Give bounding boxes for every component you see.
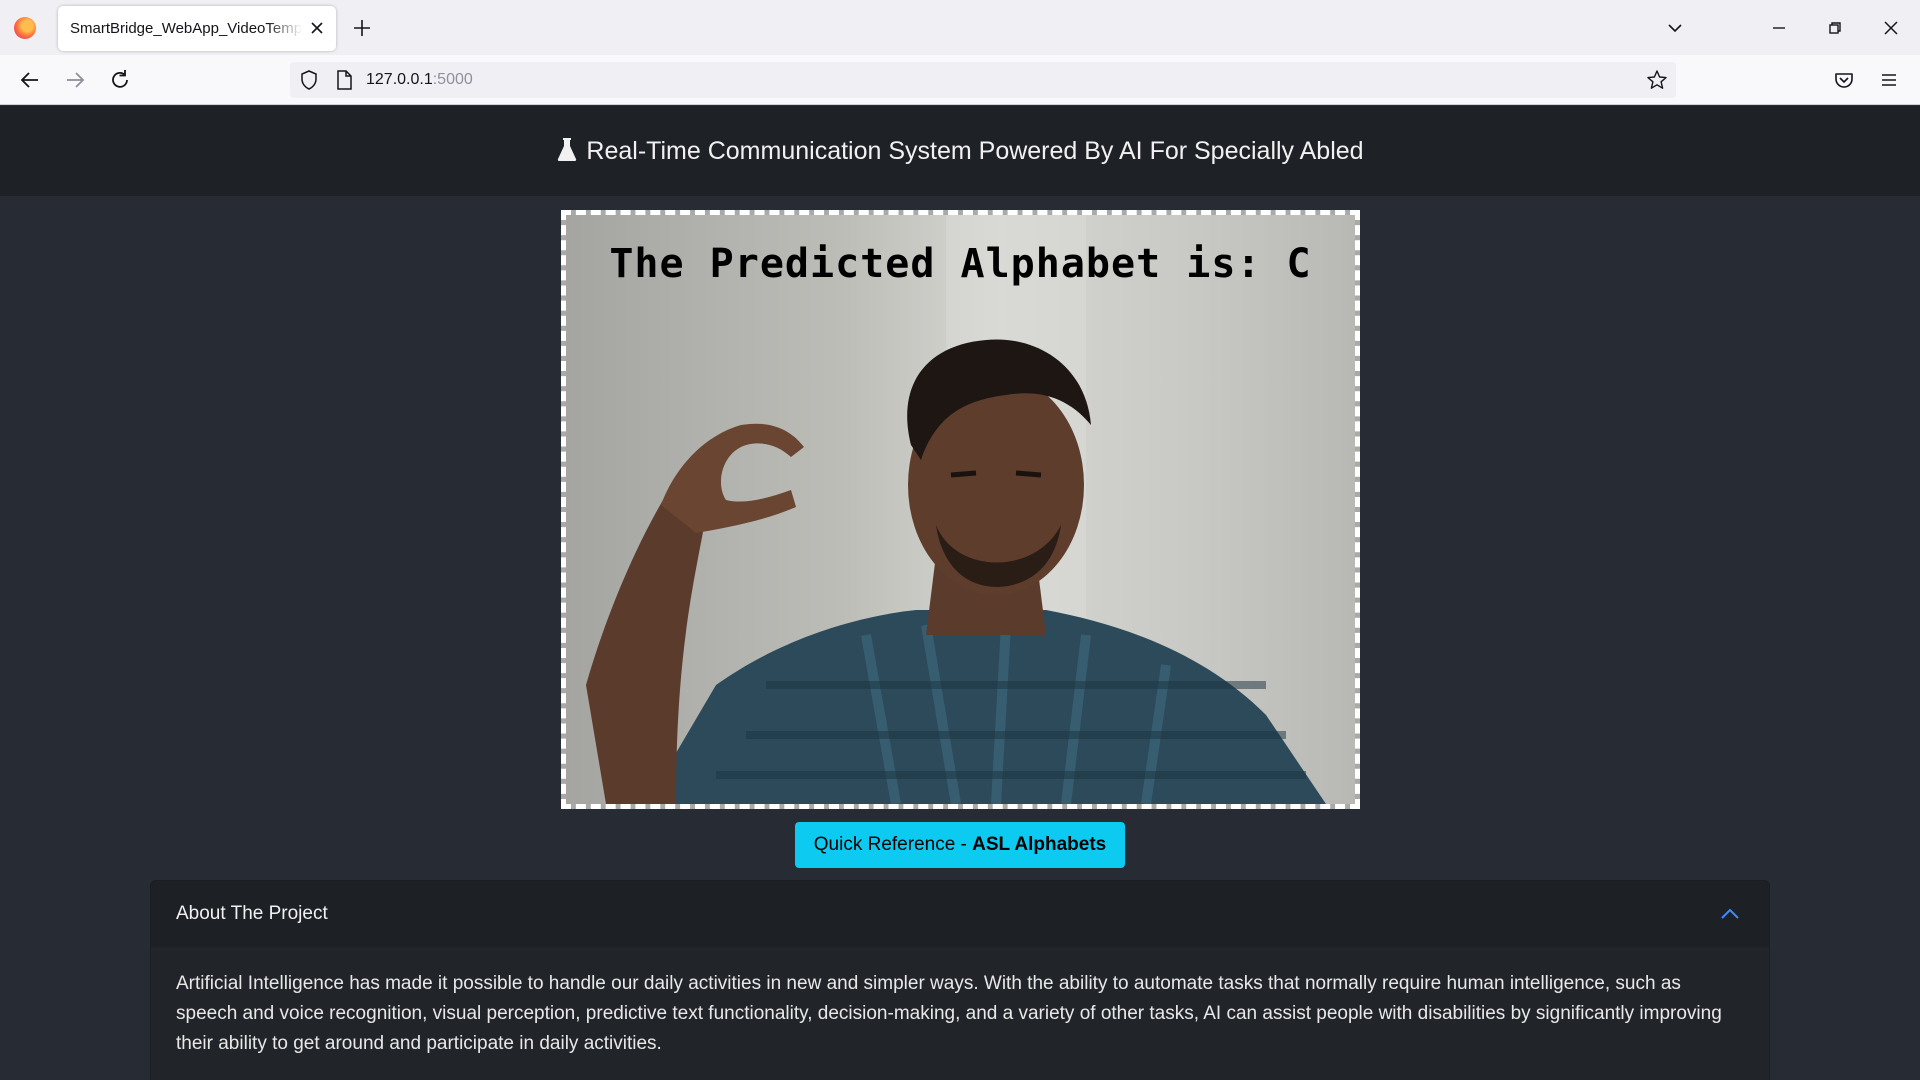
page-info-icon[interactable] xyxy=(333,69,355,91)
tab-title: SmartBridge_WebApp_VideoTemplate xyxy=(70,20,302,37)
browser-tab-bar: SmartBridge_WebApp_VideoTemplate xyxy=(0,0,1920,55)
about-accordion-body: Artificial Intelligence has made it poss… xyxy=(176,973,1722,1054)
bookmark-star-icon[interactable] xyxy=(1646,69,1668,91)
quick-reference-prefix: Quick Reference - xyxy=(813,834,973,855)
chevron-up-icon[interactable] xyxy=(1718,902,1742,926)
webcam-person-image xyxy=(586,215,1326,804)
window-close-icon[interactable] xyxy=(1879,16,1903,40)
about-accordion: About The Project Artificial Intelligenc… xyxy=(150,880,1770,1080)
about-accordion-header[interactable]: About The Project xyxy=(151,881,1769,947)
tracking-protection-shield-icon[interactable] xyxy=(298,69,320,91)
list-all-tabs-icon[interactable] xyxy=(1663,16,1687,40)
url-text[interactable]: 127.0.0.1:5000 xyxy=(366,71,473,89)
predicted-alphabet-text: The Predicted Alphabet is: C xyxy=(609,241,1312,287)
page-title-row: Real-Time Communication System Powered B… xyxy=(0,136,1920,166)
url-bar[interactable]: 127.0.0.1:5000 xyxy=(290,62,1676,98)
quick-reference-bold: ASL Alphabets xyxy=(972,834,1107,855)
flask-icon xyxy=(556,136,578,162)
back-arrow-icon[interactable] xyxy=(17,67,43,93)
browser-tab-active[interactable]: SmartBridge_WebApp_VideoTemplate xyxy=(58,6,336,51)
window-minimize-icon[interactable] xyxy=(1767,16,1791,40)
tab-close-icon[interactable] xyxy=(306,17,328,39)
page-title: Real-Time Communication System Powered B… xyxy=(586,137,1364,165)
page-header: Real-Time Communication System Powered B… xyxy=(0,106,1920,196)
new-tab-icon[interactable] xyxy=(350,16,374,40)
about-accordion-title: About The Project xyxy=(176,903,328,924)
pocket-icon[interactable] xyxy=(1832,68,1856,92)
reload-icon[interactable] xyxy=(107,67,133,93)
video-feed: The Predicted Alphabet is: C xyxy=(561,210,1360,809)
quick-reference-button[interactable]: Quick Reference - ASL Alphabets xyxy=(795,822,1125,868)
window-restore-icon[interactable] xyxy=(1823,16,1847,40)
forward-arrow-icon[interactable] xyxy=(62,67,88,93)
firefox-logo-icon xyxy=(14,17,36,39)
hamburger-menu-icon[interactable] xyxy=(1877,68,1901,92)
browser-nav-bar: 127.0.0.1:5000 xyxy=(0,55,1920,105)
